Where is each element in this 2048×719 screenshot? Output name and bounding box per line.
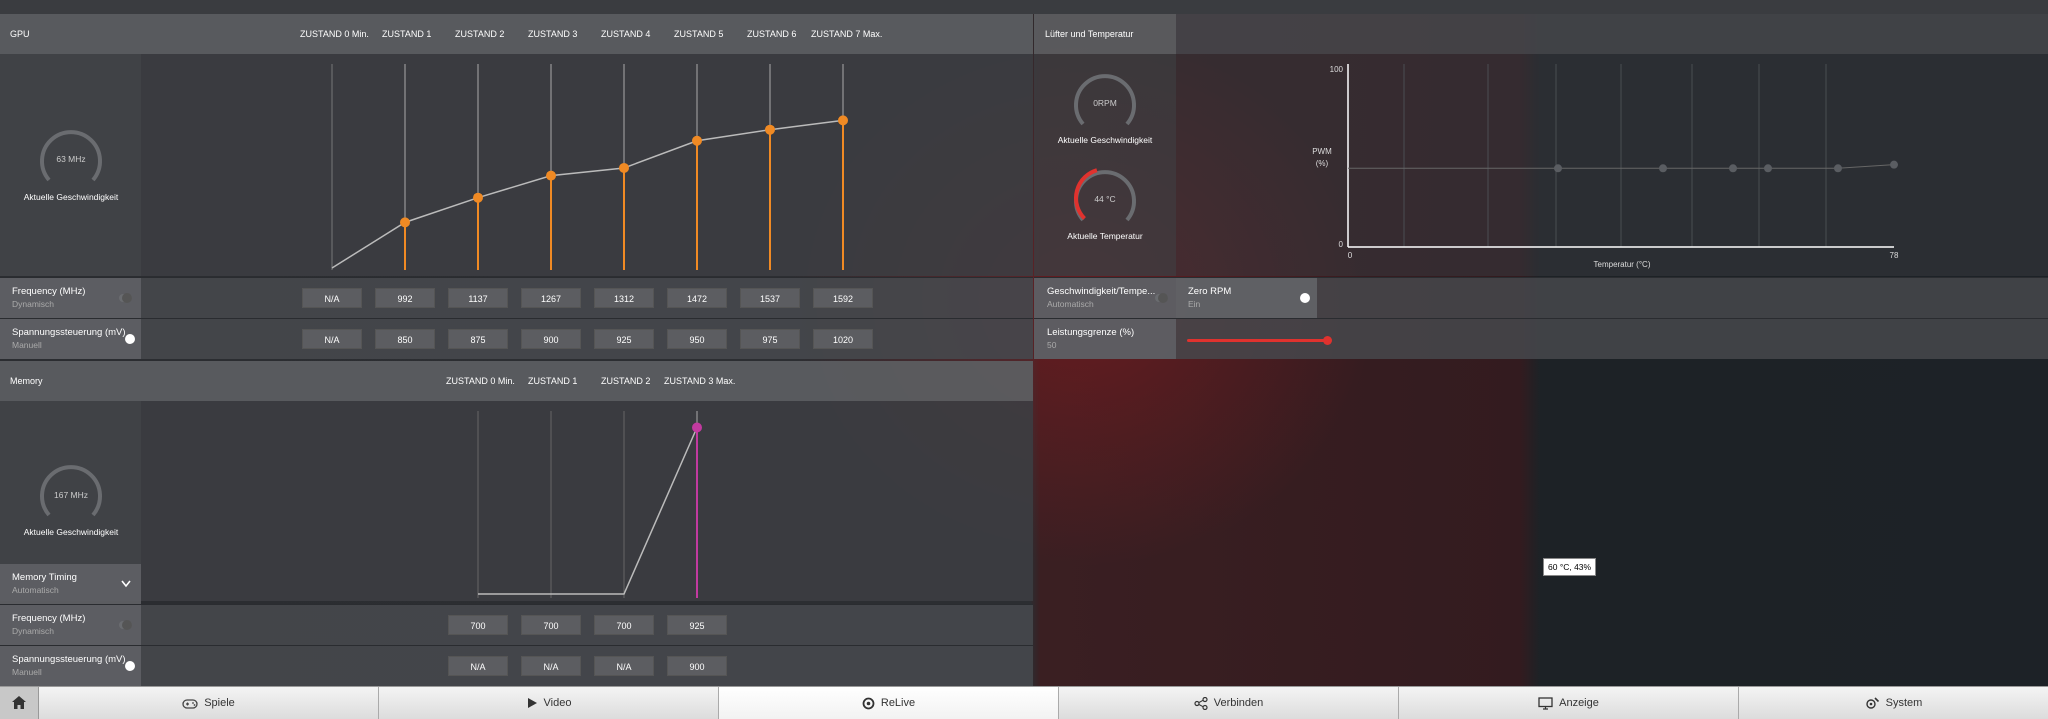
zero-rpm-label: Zero RPM: [1188, 286, 1232, 297]
tab-spiele[interactable]: Spiele: [39, 687, 379, 719]
memory-voltage-toggle[interactable]: [125, 661, 135, 671]
memory-frequency-row: Frequency (MHz) Dynamisch 700 700 700 92…: [0, 604, 1033, 645]
fan-curve-chart[interactable]: PWM (%) 100 0 0 78 Temperatur (°C): [0, 0, 2048, 276]
tab-video-label: Video: [543, 697, 572, 709]
tab-anzeige[interactable]: Anzeige: [1399, 687, 1739, 719]
power-limit-label: Leistungsgrenze (%): [1047, 327, 1135, 338]
tab-relive[interactable]: ReLive: [719, 687, 1059, 719]
power-limit-cell: Leistungsgrenze (%) 50: [1034, 319, 1176, 359]
chart-tooltip: 60 °C, 43%: [1543, 558, 1597, 576]
zero-rpm-toggle[interactable]: [1300, 293, 1310, 303]
power-limit-row: Leistungsgrenze (%) 50: [1034, 318, 2048, 359]
zero-rpm-cell: Zero RPM Ein: [1176, 278, 1317, 318]
tab-verbinden[interactable]: Verbinden: [1059, 687, 1399, 719]
memory-frequency-cell[interactable]: 925: [667, 615, 727, 635]
memory-frequency-mode: Dynamisch: [12, 626, 55, 636]
play-icon: [527, 698, 537, 708]
memory-frequency-cell[interactable]: 700: [521, 615, 581, 635]
fan-curve-point: [1834, 164, 1842, 173]
fan-curve-point: [1554, 164, 1562, 173]
fan-chart-xmin: 0: [1348, 251, 1353, 260]
memory-state-point: [692, 422, 702, 433]
tab-verbinden-label: Verbinden: [1213, 697, 1264, 709]
memory-frequency-cell[interactable]: 700: [448, 615, 508, 635]
fan-speed-temp-row: Geschwindigkeit/Tempe... Automatisch Zer…: [1034, 277, 2048, 318]
speed-temp-label: Geschwindigkeit/Tempe...: [1047, 286, 1156, 297]
power-limit-slider-fill: [1187, 339, 1327, 342]
tab-system[interactable]: System: [1739, 687, 2048, 719]
power-limit-value: 50: [1047, 340, 1057, 350]
fan-curve-point: [1764, 164, 1772, 173]
tab-relive-label: ReLive: [880, 697, 916, 709]
fan-curve-point: [1890, 160, 1898, 169]
zero-rpm-mode: Ein: [1188, 299, 1201, 309]
memory-frequency-toggle[interactable]: [119, 620, 132, 630]
memory-clock-line: [478, 427, 698, 595]
system-icon: [1865, 697, 1879, 709]
speed-temp-cell: Geschwindigkeit/Tempe... Automatisch: [1034, 278, 1176, 318]
bottom-nav: Spiele Video ReLive Verbinden Anzeige Sy…: [0, 686, 2048, 719]
fan-curve-point: [1659, 164, 1667, 173]
memory-frequency-cell[interactable]: 700: [594, 615, 654, 635]
fan-chart-ymin: 0: [1339, 240, 1344, 249]
memory-frequency-label-cell: Frequency (MHz) Dynamisch: [0, 605, 141, 645]
fan-chart-ylabel-1: PWM: [1312, 147, 1332, 156]
home-button[interactable]: [0, 687, 39, 719]
tab-anzeige-label: Anzeige: [1559, 697, 1599, 709]
memory-voltage-cell[interactable]: 900: [667, 656, 727, 676]
fan-chart-xmax: 78: [1890, 251, 1899, 260]
memory-voltage-cell[interactable]: N/A: [448, 656, 508, 676]
fan-curve-point: [1729, 164, 1737, 173]
tab-video[interactable]: Video: [379, 687, 719, 719]
memory-voltage-mode: Manuell: [12, 667, 42, 677]
fan-chart-ymax: 100: [1330, 65, 1344, 74]
share-icon: [1194, 696, 1208, 710]
home-icon: [12, 696, 26, 709]
speed-temp-mode: Automatisch: [1047, 299, 1094, 309]
speed-temp-toggle[interactable]: [1155, 293, 1168, 303]
fan-chart-ylabel-2: (%): [1316, 159, 1329, 168]
memory-voltage-label: Spannungssteuerung (mV): [12, 654, 126, 665]
memory-voltage-row: Spannungssteuerung (mV) Manuell N/A N/A …: [0, 645, 1033, 686]
monitor-icon: [1538, 696, 1553, 710]
memory-voltage-label-cell: Spannungssteuerung (mV) Manuell: [0, 646, 141, 686]
power-limit-slider-handle[interactable]: [1323, 336, 1332, 345]
tab-spiele-label: Spiele: [204, 697, 235, 709]
fan-chart-xlabel: Temperatur (°C): [1594, 260, 1651, 269]
memory-voltage-cell[interactable]: N/A: [594, 656, 654, 676]
memory-frequency-label: Frequency (MHz): [12, 613, 86, 624]
relive-icon: [862, 697, 875, 709]
gamepad-icon: [182, 698, 198, 709]
memory-voltage-cell[interactable]: N/A: [521, 656, 581, 676]
tab-system-label: System: [1885, 697, 1923, 709]
